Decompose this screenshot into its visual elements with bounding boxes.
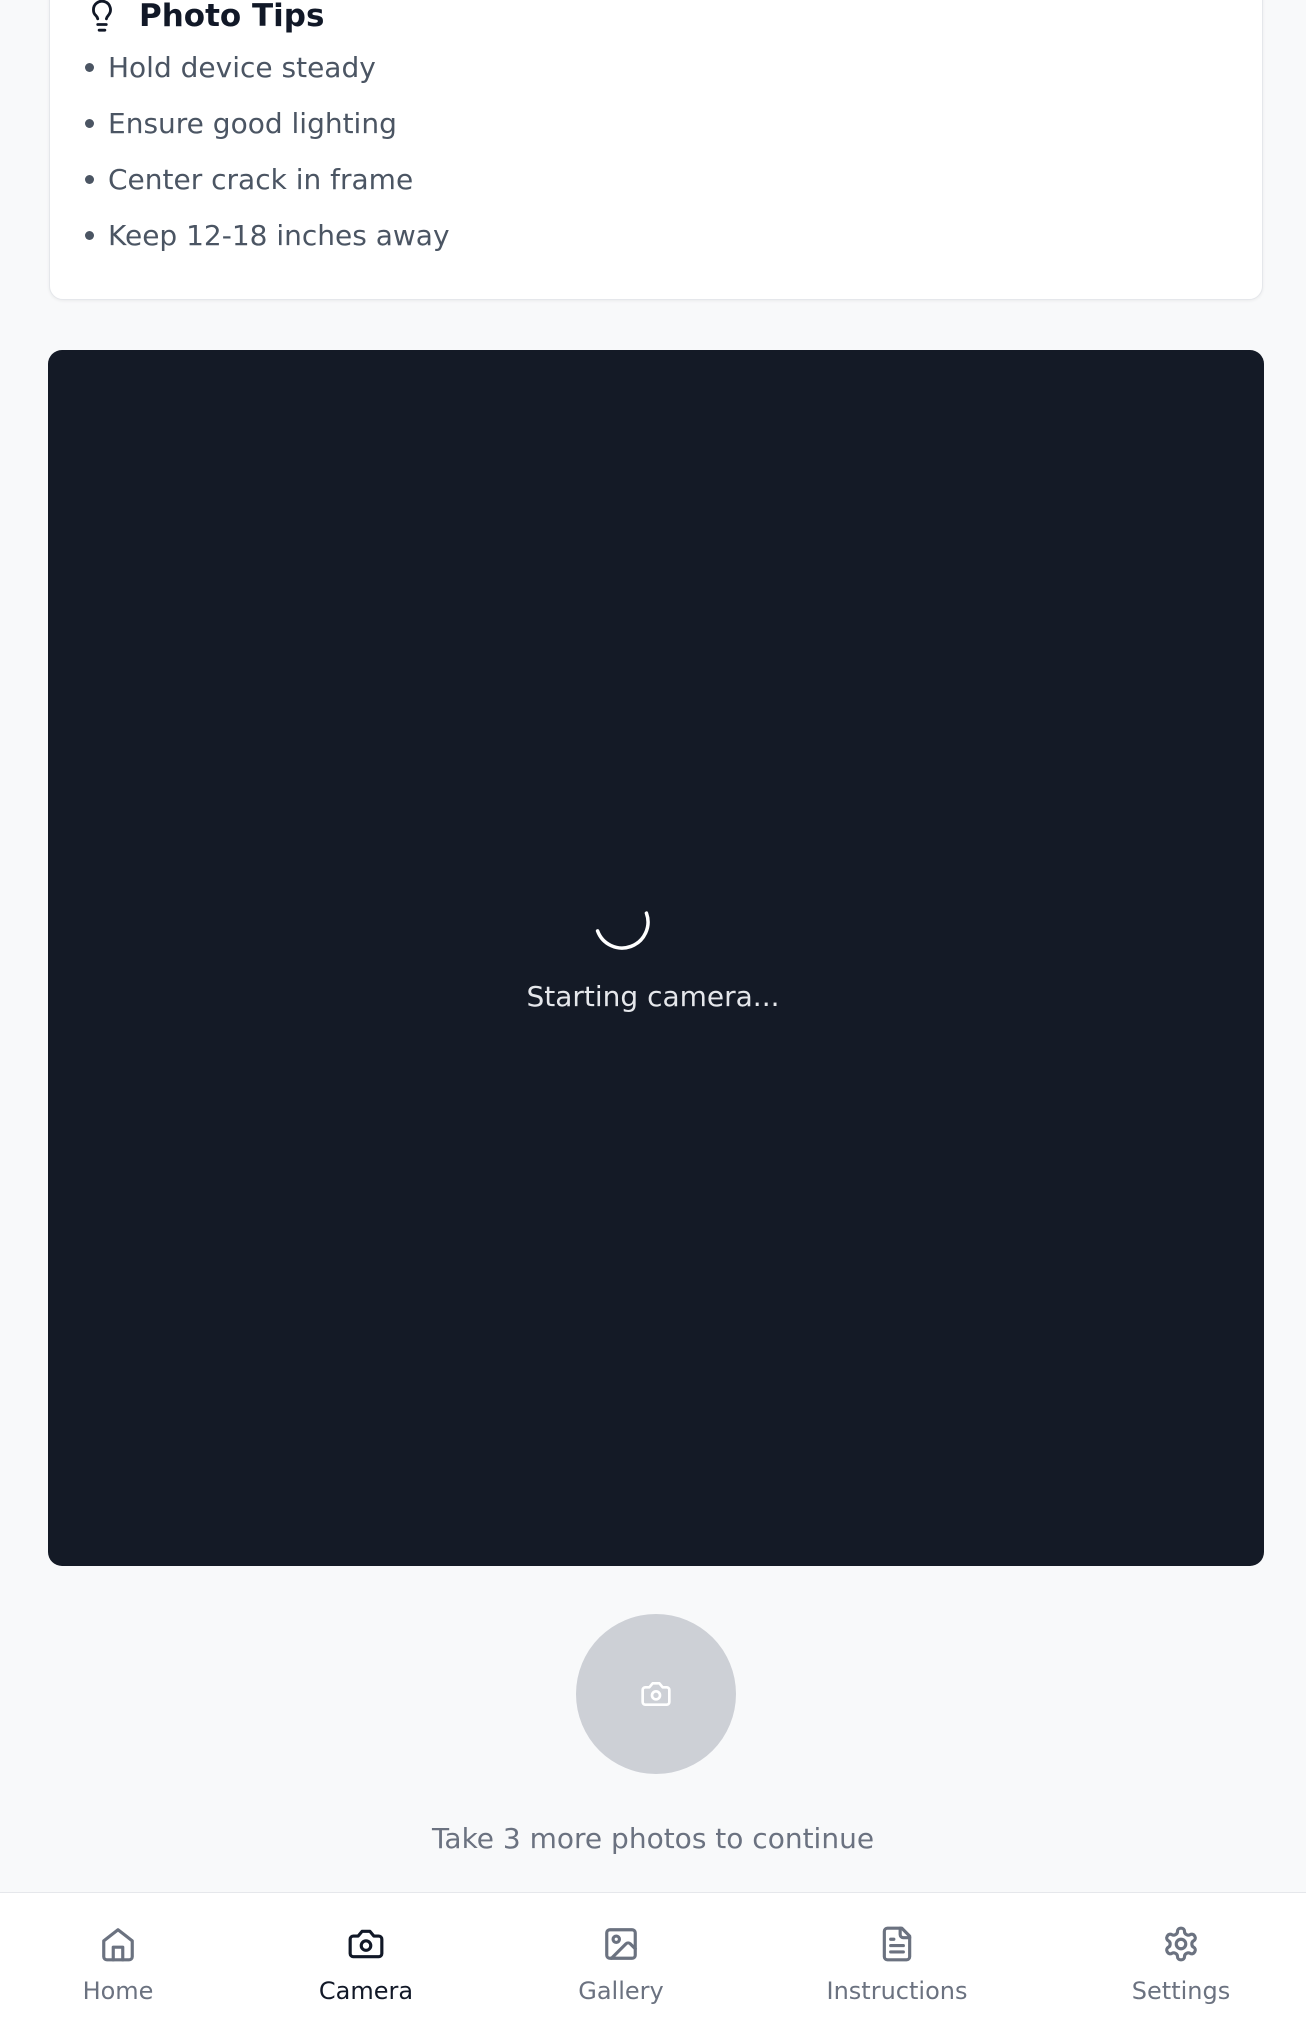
- image-icon: [605, 1928, 637, 1960]
- tip-text: Center crack in frame: [108, 162, 414, 196]
- camera-page: Photo Tips Hold device steady Ensure goo…: [0, 0, 1306, 2024]
- tip-text: Ensure good lighting: [108, 106, 397, 140]
- loading-spinner-icon: [595, 911, 650, 950]
- nav-item-camera[interactable]: Camera: [266, 1925, 466, 2005]
- home-icon: [102, 1928, 134, 1962]
- nav-item-gallery[interactable]: Gallery: [521, 1925, 721, 2005]
- gear-icon: [1165, 1926, 1197, 1962]
- tip-item: Center crack in frame: [85, 151, 450, 207]
- tips-list: Hold device steady Ensure good lighting …: [85, 39, 450, 263]
- camera-viewport: [48, 350, 1264, 1566]
- nav-item-home[interactable]: Home: [18, 1925, 218, 2005]
- nav-label-settings: Settings: [1131, 1977, 1231, 2005]
- nav-label-instructions: Instructions: [826, 1977, 968, 2005]
- tip-item: Keep 12-18 inches away: [85, 207, 450, 263]
- tip-item: Ensure good lighting: [85, 95, 450, 151]
- tips-header: Photo Tips: [85, 0, 324, 36]
- nav-label-gallery: Gallery: [578, 1977, 664, 2005]
- bottom-nav: Home Camera Gallery Instructions Setting…: [0, 1892, 1306, 2024]
- bullet: [85, 62, 94, 72]
- lightbulb-icon: [92, 0, 112, 32]
- bullet: [85, 174, 94, 184]
- photos-remaining-hint: Take 3 more photos to continue: [431, 1822, 875, 1855]
- camera-status-text: Starting camera...: [526, 980, 780, 1013]
- tip-text: Keep 12-18 inches away: [108, 218, 450, 252]
- tip-text: Hold device steady: [108, 50, 376, 84]
- capture-button[interactable]: [576, 1614, 736, 1774]
- document-icon: [882, 1926, 912, 1962]
- nav-item-settings[interactable]: Settings: [1081, 1925, 1281, 2005]
- photo-tips-card: Photo Tips Hold device steady Ensure goo…: [49, 0, 1263, 300]
- camera-icon: [348, 1929, 384, 1959]
- nav-item-instructions[interactable]: Instructions: [797, 1925, 997, 2005]
- bullet: [85, 118, 94, 128]
- nav-label-camera: Camera: [318, 1977, 414, 2005]
- bullet: [85, 230, 94, 240]
- tip-item: Hold device steady: [85, 39, 450, 95]
- camera-icon: [641, 1682, 671, 1706]
- tips-title: Photo Tips: [139, 0, 325, 34]
- nav-label-home: Home: [82, 1977, 154, 2005]
